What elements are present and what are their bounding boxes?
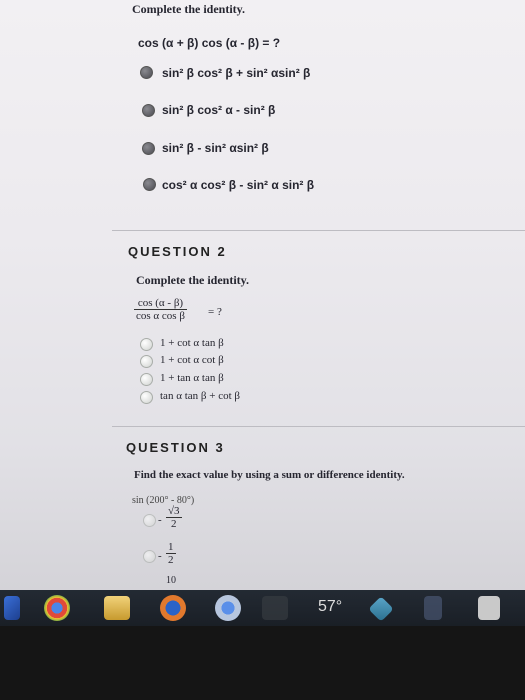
q1-prompt: cos (α + β) cos (α - β) = ? — [138, 36, 281, 50]
q3-option-1-numerator: √3 — [168, 505, 180, 517]
media-icon[interactable] — [262, 596, 288, 620]
chrome-app-icon[interactable] — [215, 595, 241, 621]
app-icon-orange-blue[interactable] — [160, 595, 186, 621]
q3-option-2-fraction: 1 2 — [166, 541, 176, 566]
q1-option-3: sin² β - sin² αsin² β — [162, 141, 269, 155]
desk-area — [0, 626, 525, 700]
q2-option-3: 1 + tan α tan β — [160, 372, 224, 384]
q3-option-2-denominator: 2 — [168, 554, 174, 566]
q2-option-2: 1 + cot α cot β — [160, 354, 224, 366]
q3-option-2-numerator: 1 — [168, 541, 174, 553]
quiz-screen: Complete the identity. cos (α + β) cos (… — [0, 0, 525, 590]
q1-option-1-radio[interactable] — [140, 66, 153, 79]
chrome-icon[interactable] — [44, 595, 70, 621]
weather-temperature[interactable]: 57° — [318, 598, 342, 616]
q1-option-4-radio[interactable] — [143, 178, 156, 191]
q2-heading: QUESTION 2 — [128, 244, 227, 259]
q2-option-4: tan α tan β + cot β — [160, 390, 240, 402]
q1-option-2-radio[interactable] — [142, 104, 155, 117]
q3-option-2-sign: - — [158, 550, 162, 562]
q1-heading: Complete the identity. — [132, 2, 245, 16]
q3-option-1-sign: - — [158, 514, 162, 526]
q3-expression: sin (200° - 80°) — [132, 495, 195, 506]
file-explorer-icon[interactable] — [104, 596, 130, 620]
q2-option-1: 1 + cot α tan β — [160, 337, 224, 349]
q3-option-1-denominator: 2 — [171, 518, 177, 530]
q1-option-1: sin² β cos² β + sin² αsin² β — [162, 66, 311, 80]
q3-option-1-fraction: √3 2 — [166, 505, 182, 530]
q1-option-2: sin² β cos² α - sin² β — [162, 103, 276, 117]
q2-option-1-radio[interactable] — [140, 338, 153, 351]
q3-prompt: Find the exact value by using a sum or d… — [134, 469, 405, 481]
q2-prompt: Complete the identity. — [136, 273, 249, 287]
q2-option-4-radio[interactable] — [140, 391, 153, 404]
separator-1 — [112, 230, 525, 231]
q3-heading: QUESTION 3 — [126, 440, 225, 455]
volume-icon[interactable] — [424, 596, 442, 620]
notification-icon[interactable] — [478, 596, 500, 620]
q1-option-3-radio[interactable] — [142, 142, 155, 155]
start-icon[interactable] — [4, 596, 20, 620]
q1-option-4: cos² α cos² β - sin² α sin² β — [162, 178, 315, 192]
q3-option-2-radio[interactable] — [143, 550, 156, 563]
q2-equals: = ? — [208, 306, 222, 318]
q3-option-1-radio[interactable] — [143, 514, 156, 527]
q2-option-2-radio[interactable] — [140, 355, 153, 368]
q2-fraction-numerator: cos (α - β) — [137, 297, 184, 309]
q3-partial-text: 10 — [166, 575, 176, 586]
separator-2 — [112, 426, 525, 427]
q2-option-3-radio[interactable] — [140, 373, 153, 386]
network-icon[interactable] — [368, 596, 394, 622]
q2-fraction-denominator: cos α cos β — [136, 310, 185, 322]
q2-fraction: cos (α - β) cos α cos β — [134, 297, 187, 322]
taskbar: 57° — [0, 590, 525, 626]
